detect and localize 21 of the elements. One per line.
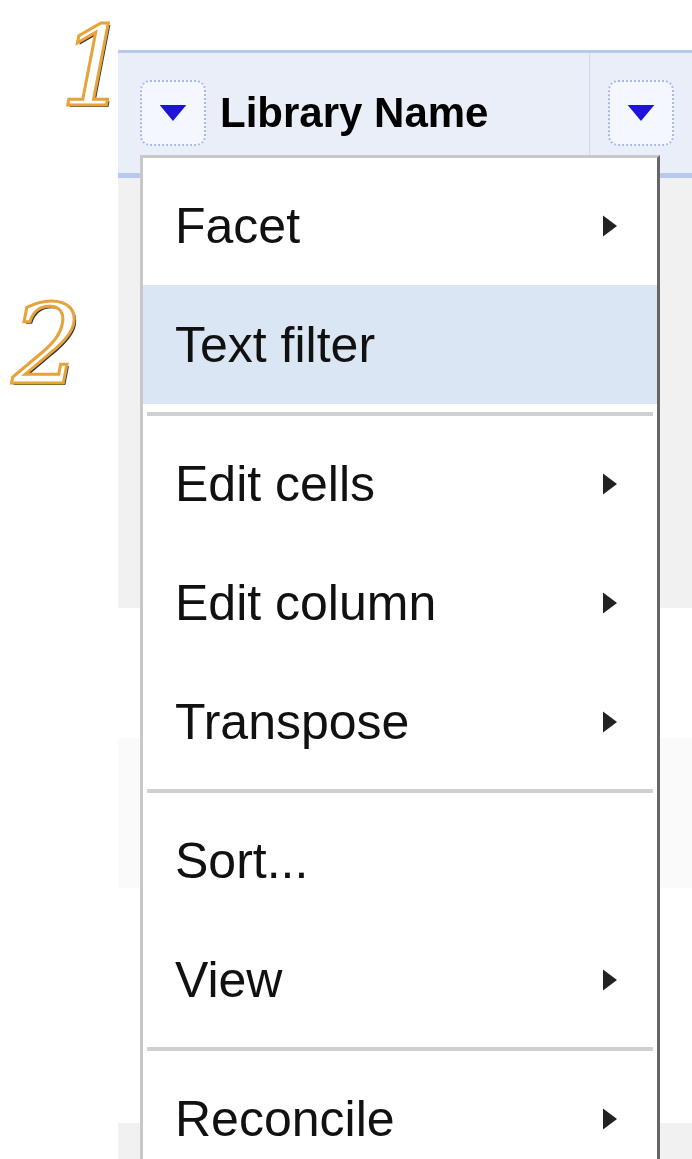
caret-icon: [159, 105, 187, 121]
column-dropdown-button[interactable]: [140, 80, 206, 146]
submenu-arrow-icon: [603, 1107, 617, 1130]
menu-item[interactable]: Edit column: [143, 543, 657, 662]
submenu-arrow-icon: [603, 710, 617, 733]
submenu-arrow-icon: [603, 591, 617, 614]
caret-icon: [627, 105, 655, 121]
annotation-number: 2: [12, 290, 82, 400]
submenu-arrow-icon: [603, 214, 617, 237]
submenu-arrow-icon: [603, 968, 617, 991]
menu-item[interactable]: View: [143, 920, 657, 1039]
menu-item[interactable]: Sort...: [143, 801, 657, 920]
menu-item[interactable]: Facet: [143, 166, 657, 285]
submenu-arrow-icon: [603, 472, 617, 495]
menu-item[interactable]: Transpose: [143, 662, 657, 781]
menu-item[interactable]: Text filter: [143, 285, 657, 404]
column-name: Library Name: [220, 89, 489, 137]
menu-item[interactable]: Edit cells: [143, 424, 657, 543]
column-dropdown-button[interactable]: [608, 80, 674, 146]
menu-item[interactable]: Reconcile: [143, 1059, 657, 1159]
annotation-number: 1: [60, 12, 130, 122]
